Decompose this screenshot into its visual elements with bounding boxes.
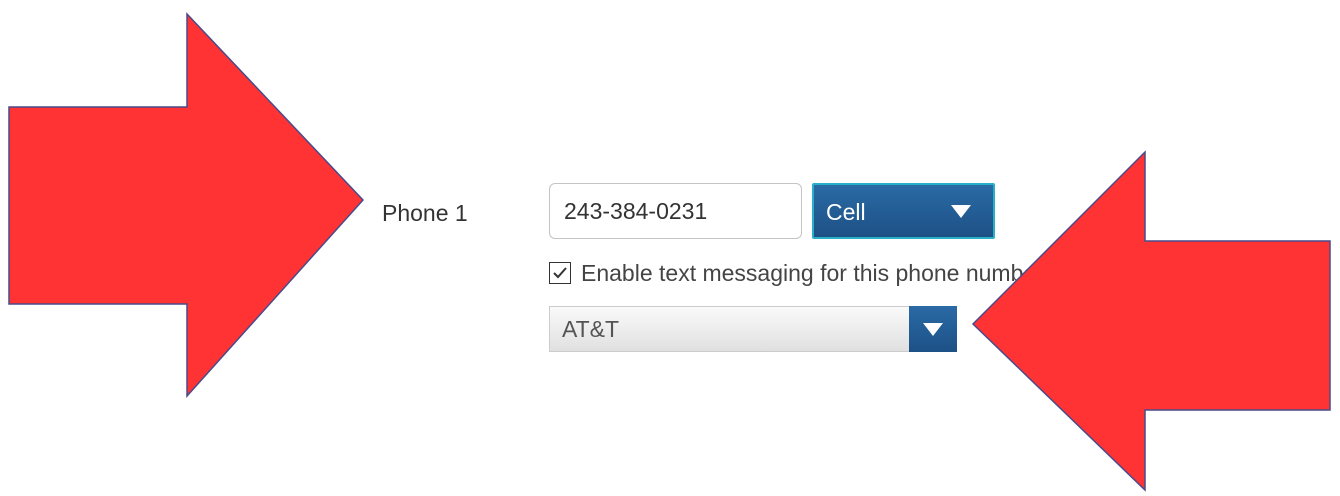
phone-type-value: Cell — [826, 199, 866, 225]
chevron-down-icon — [951, 205, 971, 218]
carrier-dropdown[interactable]: AT&T — [549, 306, 957, 352]
carrier-value: AT&T — [562, 316, 620, 342]
phone-form: Phone 1 Cell Enable text messaging for t… — [0, 0, 1340, 496]
carrier-dropdown-button[interactable] — [909, 306, 957, 352]
screenshot-stage: Phone 1 Cell Enable text messaging for t… — [0, 0, 1340, 496]
checkmark-icon — [553, 267, 567, 279]
sms-toggle-row[interactable]: Enable text messaging for this phone num… — [549, 258, 1049, 288]
chevron-down-icon — [923, 323, 943, 336]
sms-label: Enable text messaging for this phone num… — [581, 260, 1049, 286]
phone-label: Phone 1 — [382, 200, 468, 226]
phone-number-input[interactable] — [549, 183, 802, 239]
sms-checkbox[interactable] — [549, 262, 571, 284]
phone-type-dropdown[interactable]: Cell — [812, 183, 995, 239]
